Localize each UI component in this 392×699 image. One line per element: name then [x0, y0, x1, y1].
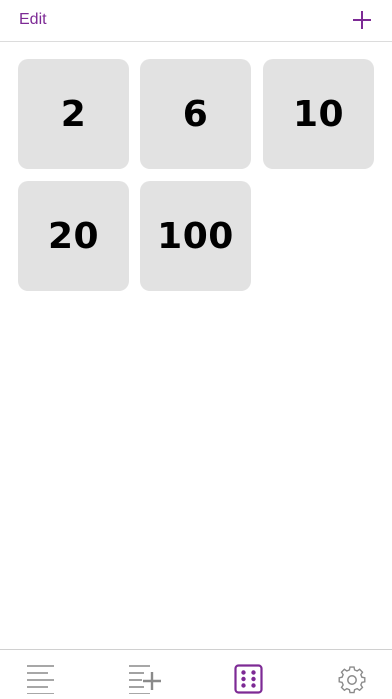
die-label: 6 [182, 93, 209, 135]
plus-icon[interactable] [352, 10, 372, 30]
die-tile-2[interactable]: 2 [18, 59, 129, 169]
die-tile-10[interactable]: 10 [263, 59, 374, 169]
die-label: 10 [292, 93, 345, 135]
gear-icon [338, 666, 366, 694]
dice-icon [234, 664, 263, 694]
die-label: 2 [60, 93, 87, 135]
tab-add-list[interactable] [128, 664, 162, 695]
tab-list[interactable] [26, 664, 56, 695]
list-icon [27, 665, 54, 695]
edit-button[interactable]: Edit [19, 11, 47, 29]
navigation-bar: Edit [0, 0, 392, 42]
die-tile-20[interactable]: 20 [18, 181, 129, 291]
die-tile-100[interactable]: 100 [140, 181, 251, 291]
die-label: 100 [157, 215, 234, 257]
die-label: 20 [47, 215, 100, 257]
die-tile-6[interactable]: 6 [140, 59, 251, 169]
tab-dice[interactable] [234, 664, 264, 694]
tab-settings[interactable] [338, 664, 368, 694]
add-to-list-icon [129, 665, 161, 695]
tab-bar [0, 649, 392, 696]
